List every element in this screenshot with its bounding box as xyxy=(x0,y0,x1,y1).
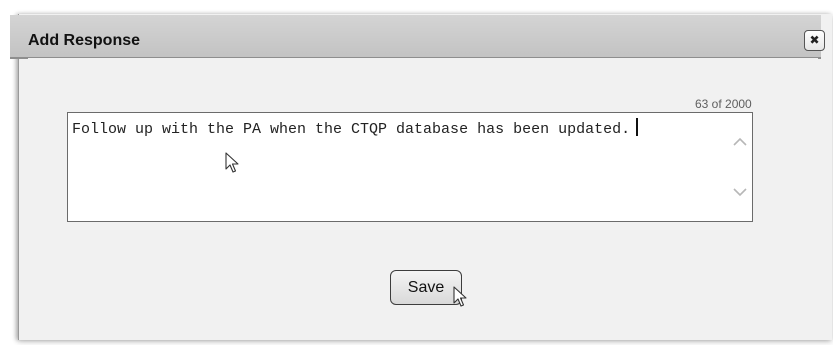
response-text: Follow up with the PA when the CTQP data… xyxy=(72,121,631,138)
text-caret xyxy=(636,118,639,136)
save-button[interactable]: Save xyxy=(390,270,462,305)
close-button[interactable]: ✖ xyxy=(804,30,825,51)
close-x-icon: ✖ xyxy=(809,33,820,47)
chevron-up-icon[interactable] xyxy=(731,133,749,151)
character-counter: 63 of 2000 xyxy=(695,97,752,111)
dialog-title: Add Response xyxy=(28,32,141,49)
response-textarea[interactable]: Follow up with the PA when the CTQP data… xyxy=(67,112,753,222)
chevron-down-icon[interactable] xyxy=(731,183,749,201)
dialog-titlebar: Add Response xyxy=(10,15,821,59)
response-text-content: Follow up with the PA when the CTQP data… xyxy=(72,118,682,140)
